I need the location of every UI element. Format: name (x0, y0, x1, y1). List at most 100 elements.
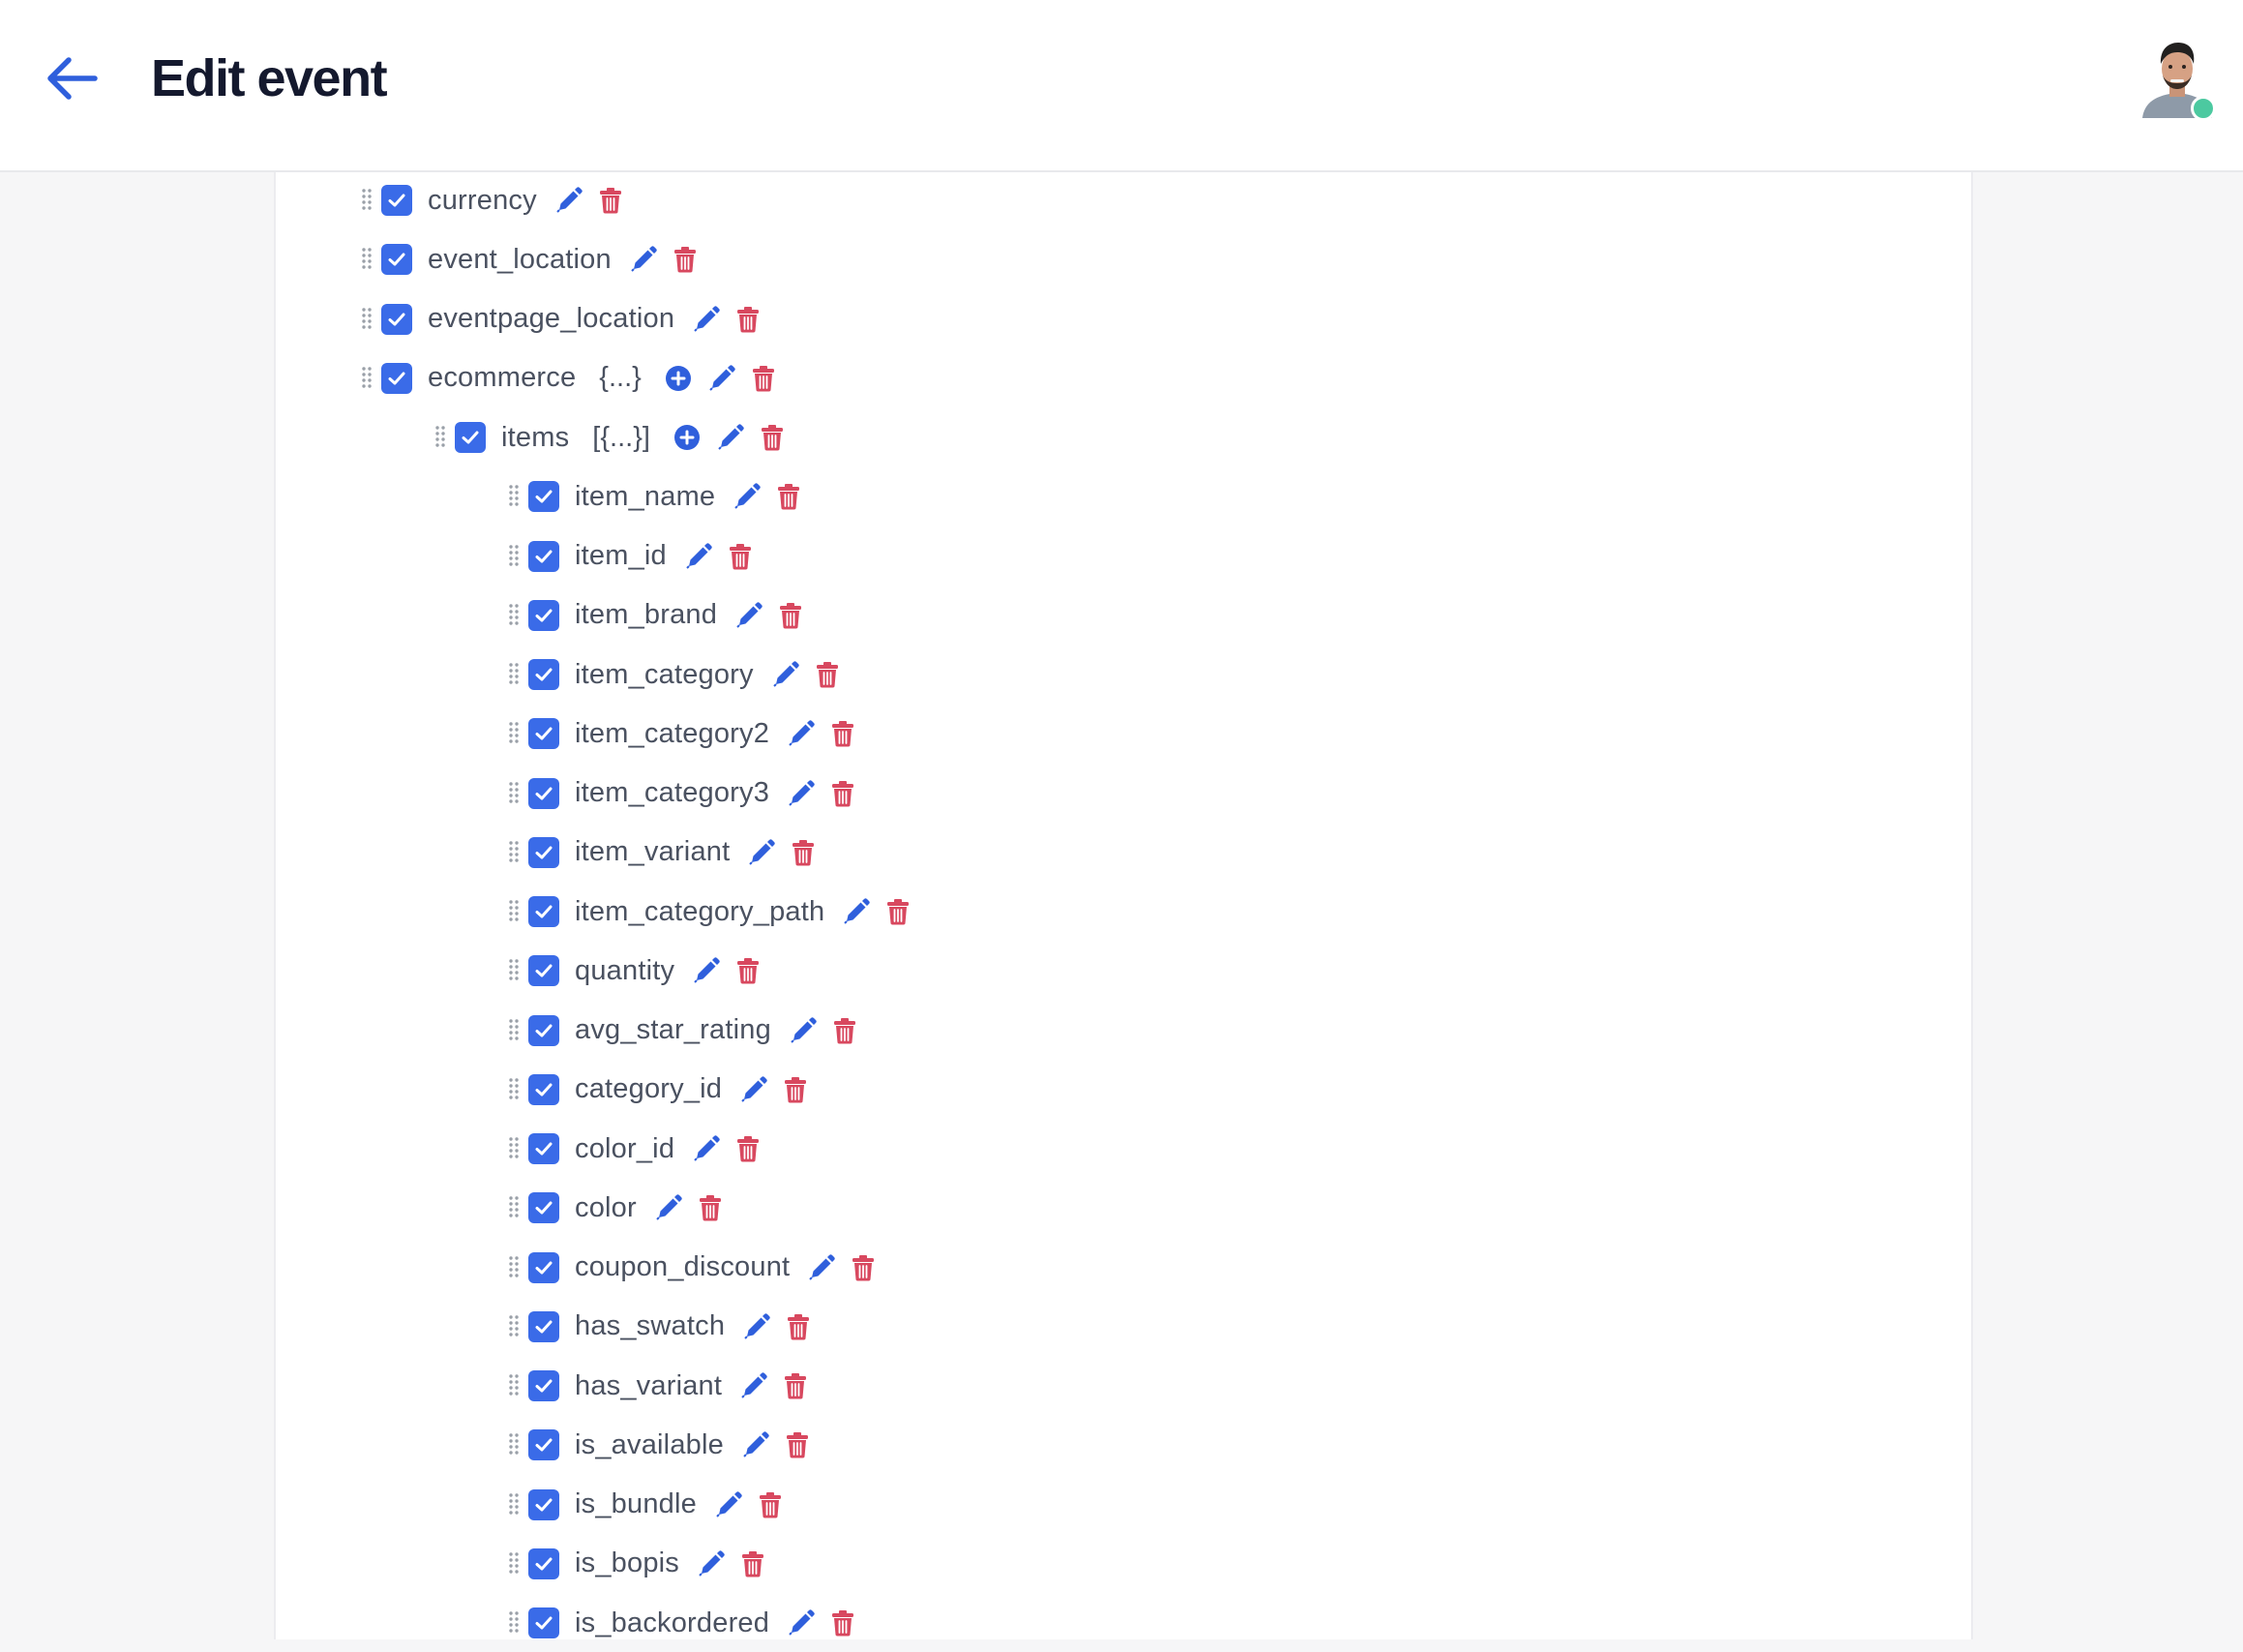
trash-icon[interactable] (735, 957, 761, 984)
drag-handle-icon[interactable] (508, 721, 520, 746)
drag-handle-icon[interactable] (508, 484, 520, 509)
trash-icon[interactable] (698, 1194, 723, 1221)
back-button[interactable] (43, 49, 101, 107)
drag-handle-icon[interactable] (508, 662, 520, 687)
checkbox[interactable] (455, 422, 486, 453)
drag-handle-icon[interactable] (508, 1551, 520, 1577)
checkbox[interactable] (381, 362, 412, 394)
pencil-icon[interactable] (739, 1075, 768, 1104)
trash-icon[interactable] (830, 1609, 855, 1637)
drag-handle-icon[interactable] (508, 1492, 520, 1517)
drag-handle-icon[interactable] (361, 247, 373, 272)
pencil-icon[interactable] (692, 1134, 721, 1163)
drag-handle-icon[interactable] (508, 840, 520, 865)
trash-icon[interactable] (735, 1135, 761, 1162)
pencil-icon[interactable] (629, 245, 658, 274)
drag-handle-icon[interactable] (508, 1195, 520, 1220)
drag-handle-icon[interactable] (434, 425, 446, 450)
checkbox[interactable] (528, 836, 559, 868)
trash-icon[interactable] (885, 898, 911, 925)
pencil-icon[interactable] (787, 1608, 816, 1637)
plus-circle-icon[interactable] (673, 424, 701, 451)
trash-icon[interactable] (751, 365, 776, 392)
pencil-icon[interactable] (692, 305, 721, 334)
drag-handle-icon[interactable] (508, 1255, 520, 1280)
pencil-icon[interactable] (733, 482, 762, 511)
drag-handle-icon[interactable] (361, 307, 373, 332)
checkbox[interactable] (528, 1192, 559, 1224)
checkbox[interactable] (528, 599, 559, 631)
pencil-icon[interactable] (807, 1253, 836, 1282)
drag-handle-icon[interactable] (508, 1136, 520, 1161)
pencil-icon[interactable] (716, 423, 745, 452)
checkbox[interactable] (528, 540, 559, 572)
pencil-icon[interactable] (842, 897, 871, 926)
checkbox[interactable] (528, 659, 559, 690)
trash-icon[interactable] (778, 602, 803, 629)
trash-icon[interactable] (783, 1076, 808, 1103)
trash-icon[interactable] (815, 661, 840, 688)
drag-handle-icon[interactable] (508, 1373, 520, 1398)
drag-handle-icon[interactable] (508, 781, 520, 806)
drag-handle-icon[interactable] (508, 899, 520, 924)
checkbox[interactable] (381, 303, 412, 335)
trash-icon[interactable] (830, 780, 855, 807)
checkbox[interactable] (381, 244, 412, 276)
trash-icon[interactable] (728, 543, 753, 570)
drag-handle-icon[interactable] (508, 958, 520, 983)
pencil-icon[interactable] (734, 601, 763, 630)
trash-icon[interactable] (851, 1254, 876, 1281)
pencil-icon[interactable] (697, 1549, 726, 1578)
drag-handle-icon[interactable] (508, 544, 520, 569)
pencil-icon[interactable] (739, 1371, 768, 1400)
pencil-icon[interactable] (789, 1016, 818, 1045)
pencil-icon[interactable] (741, 1430, 770, 1459)
checkbox[interactable] (528, 1547, 559, 1579)
checkbox[interactable] (528, 1310, 559, 1342)
checkbox[interactable] (528, 481, 559, 513)
checkbox[interactable] (528, 1073, 559, 1105)
pencil-icon[interactable] (692, 956, 721, 985)
drag-handle-icon[interactable] (508, 1077, 520, 1102)
trash-icon[interactable] (740, 1550, 765, 1577)
trash-icon[interactable] (673, 246, 698, 273)
plus-circle-icon[interactable] (665, 365, 692, 392)
pencil-icon[interactable] (742, 1312, 771, 1341)
checkbox[interactable] (528, 1429, 559, 1461)
trash-icon[interactable] (776, 483, 801, 510)
drag-handle-icon[interactable] (508, 1610, 520, 1636)
checkbox[interactable] (528, 1251, 559, 1283)
pencil-icon[interactable] (554, 186, 583, 215)
trash-icon[interactable] (735, 306, 761, 333)
pencil-icon[interactable] (747, 838, 776, 867)
drag-handle-icon[interactable] (508, 603, 520, 628)
checkbox[interactable] (528, 1014, 559, 1046)
pencil-icon[interactable] (707, 364, 736, 393)
checkbox[interactable] (528, 1488, 559, 1520)
checkbox[interactable] (381, 185, 412, 216)
checkbox[interactable] (528, 955, 559, 987)
trash-icon[interactable] (785, 1431, 810, 1458)
pencil-icon[interactable] (787, 719, 816, 748)
drag-handle-icon[interactable] (361, 366, 373, 391)
checkbox[interactable] (528, 1370, 559, 1401)
trash-icon[interactable] (758, 1491, 783, 1518)
pencil-icon[interactable] (787, 779, 816, 808)
pencil-icon[interactable] (654, 1193, 683, 1222)
drag-handle-icon[interactable] (508, 1432, 520, 1457)
trash-icon[interactable] (786, 1313, 811, 1340)
checkbox[interactable] (528, 777, 559, 809)
trash-icon[interactable] (598, 187, 623, 214)
trash-icon[interactable] (830, 720, 855, 747)
drag-handle-icon[interactable] (508, 1018, 520, 1043)
pencil-icon[interactable] (714, 1490, 743, 1519)
pencil-icon[interactable] (771, 660, 800, 689)
checkbox[interactable] (528, 896, 559, 927)
trash-icon[interactable] (791, 839, 816, 866)
drag-handle-icon[interactable] (361, 188, 373, 213)
drag-handle-icon[interactable] (508, 1314, 520, 1339)
trash-icon[interactable] (832, 1017, 857, 1044)
trash-icon[interactable] (760, 424, 785, 451)
trash-icon[interactable] (783, 1372, 808, 1399)
checkbox[interactable] (528, 1607, 559, 1638)
